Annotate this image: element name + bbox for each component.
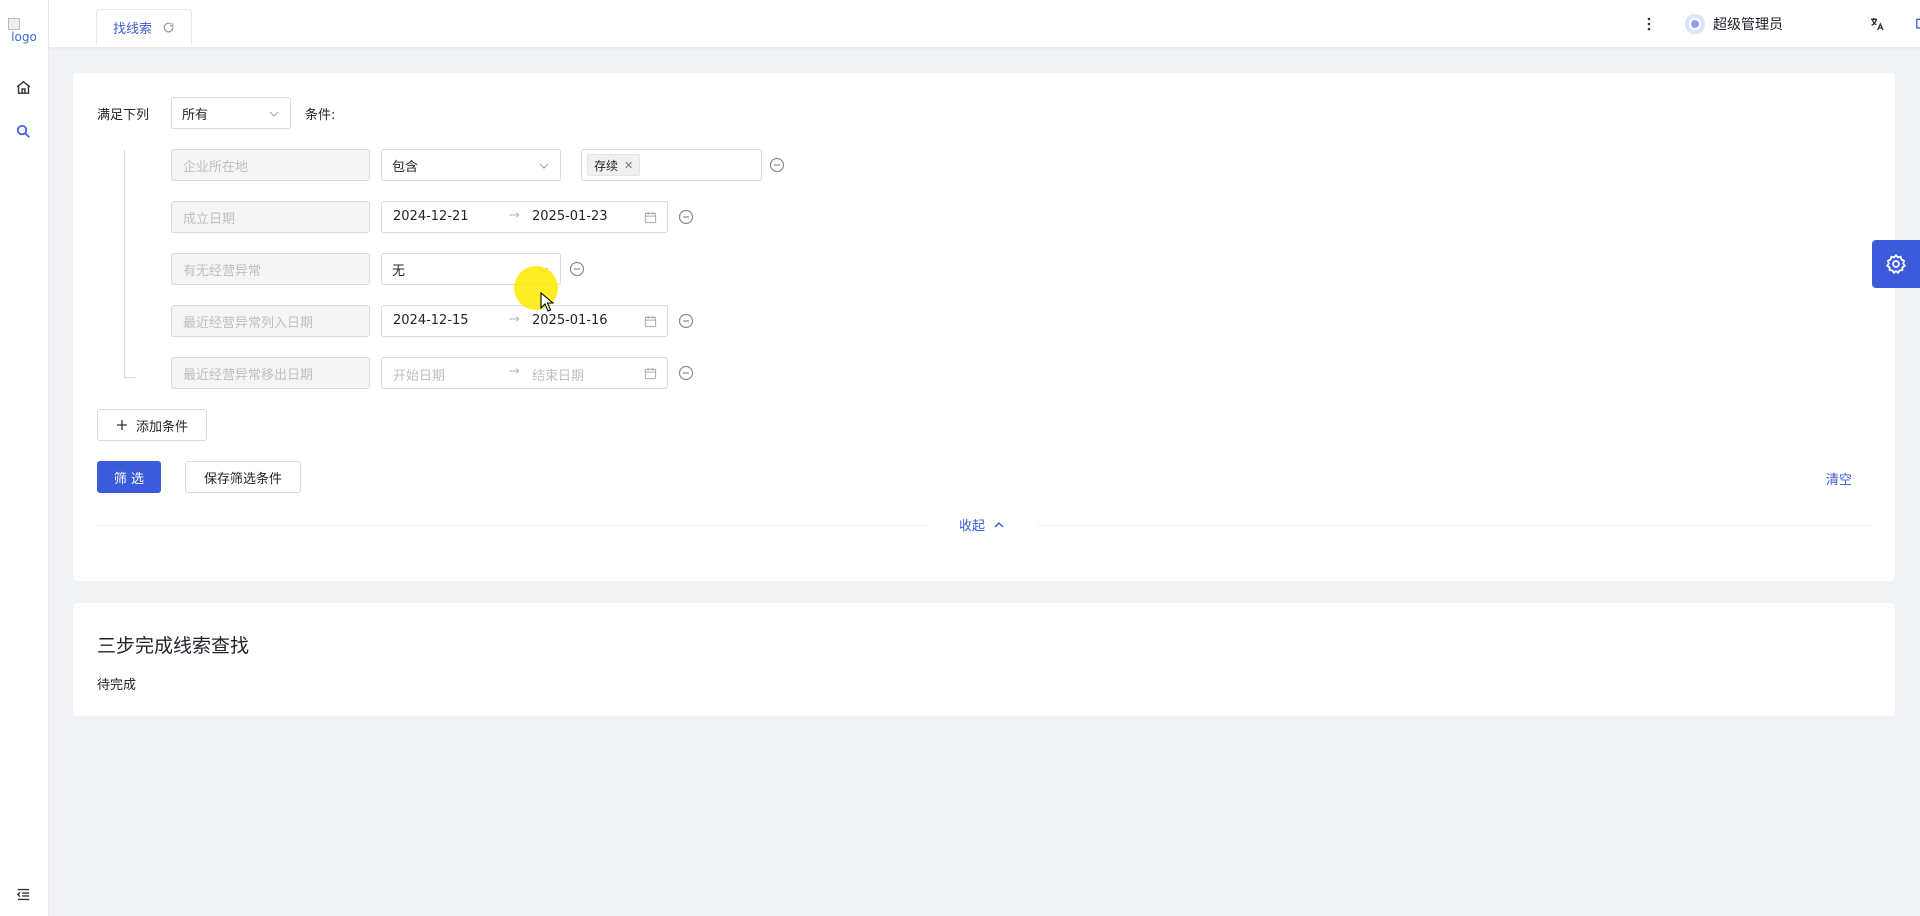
sidebar-collapse-button[interactable] — [11, 882, 35, 906]
avatar — [1685, 14, 1705, 34]
collapse-toggle[interactable]: 收起 — [959, 515, 1005, 534]
range-arrow: → — [509, 312, 520, 327]
search-icon — [16, 124, 30, 138]
sidebar-item-home[interactable] — [11, 75, 35, 99]
add-condition-label: 添加条件 — [135, 419, 188, 435]
condition-tree-line — [124, 150, 136, 378]
remove-condition-icon[interactable] — [678, 313, 694, 329]
operator-value: 无 — [392, 263, 406, 279]
save-filter-button[interactable]: 保存筛选条件 — [185, 461, 301, 493]
sidebar-item-search[interactable] — [11, 119, 35, 143]
remove-condition-icon[interactable] — [678, 365, 694, 381]
condition-field[interactable]: 最近经营异常列入日期 — [171, 305, 370, 337]
divider — [97, 525, 929, 526]
start-date-placeholder[interactable]: 开始日期 — [393, 365, 445, 384]
gear-icon — [1886, 253, 1906, 275]
condition-value-tags[interactable]: 存续 ✕ — [581, 149, 762, 181]
remove-condition-icon[interactable] — [678, 209, 694, 225]
match-mode-select[interactable]: 所有 — [171, 97, 291, 129]
condition-field[interactable]: 企业所在地 — [171, 149, 370, 181]
tab-label: 找线索 — [113, 22, 153, 37]
chevron-down-icon — [539, 163, 549, 169]
end-date-placeholder[interactable]: 结束日期 — [532, 365, 584, 384]
condition-operator-select[interactable]: 包含 — [381, 149, 561, 181]
tag-close-icon[interactable]: ✕ — [624, 159, 633, 172]
chevron-up-icon — [994, 521, 1004, 528]
username: 超级管理员 — [1713, 17, 1783, 33]
translate-icon — [1871, 18, 1884, 31]
condition-field[interactable]: 有无经营异常 — [171, 253, 370, 285]
book-icon — [1916, 18, 1920, 29]
steps-panel: 三步完成线索查找 待完成 — [73, 603, 1895, 716]
date-range-picker[interactable]: 2024-12-15 → 2025-01-16 — [381, 305, 668, 337]
user-menu[interactable]: 超级管理员 — [1685, 0, 1783, 48]
condition-field[interactable]: 成立日期 — [171, 201, 370, 233]
home-icon — [16, 80, 30, 94]
collapse-label: 收起 — [959, 519, 986, 534]
language-button[interactable] — [1869, 0, 1885, 48]
more-vertical-icon — [1647, 17, 1651, 31]
end-date[interactable]: 2025-01-16 — [532, 313, 608, 328]
refresh-icon[interactable] — [162, 21, 175, 34]
add-condition-button[interactable]: 添加条件 — [97, 409, 207, 441]
calendar-icon — [644, 367, 657, 380]
top-header: 找线索 超级管理员 — [49, 0, 1920, 48]
tab-find-leads[interactable]: 找线索 — [96, 9, 193, 45]
steps-status: 待完成 — [97, 678, 137, 693]
operator-value: 包含 — [392, 159, 419, 175]
start-date[interactable]: 2024-12-21 — [393, 209, 469, 224]
calendar-icon — [644, 211, 657, 224]
value-tag: 存续 ✕ — [587, 154, 641, 176]
match-prefix-label: 满足下列 — [97, 108, 150, 123]
plus-icon — [116, 420, 127, 430]
settings-float-button[interactable] — [1872, 240, 1920, 288]
match-mode-value: 所有 — [182, 107, 209, 123]
mouse-cursor-icon — [540, 292, 554, 312]
start-date[interactable]: 2024-12-15 — [393, 313, 469, 328]
range-arrow: → — [509, 208, 520, 223]
logo-alt-text: logo — [11, 30, 37, 44]
divider — [1038, 525, 1871, 526]
remove-condition-icon[interactable] — [769, 157, 785, 173]
sidebar: logo — [0, 0, 49, 916]
steps-title: 三步完成线索查找 — [97, 635, 250, 657]
match-suffix-label: 条件: — [305, 108, 336, 123]
logo[interactable]: logo — [6, 18, 42, 52]
filter-panel: 满足下列 所有 条件: 企业所在地 包含 存续 ✕ 成立日期 2024-12-2… — [73, 73, 1895, 581]
date-range-picker[interactable]: 开始日期 → 结束日期 — [381, 357, 668, 389]
condition-field[interactable]: 最近经营异常移出日期 — [171, 357, 370, 389]
tag-label: 存续 — [594, 158, 619, 173]
clear-link[interactable]: 清空 — [1826, 469, 1852, 488]
more-menu-button[interactable] — [1639, 0, 1659, 48]
filter-button[interactable]: 筛 选 — [97, 461, 161, 493]
broken-image-icon — [8, 18, 20, 30]
chevron-down-icon — [269, 111, 279, 117]
end-date[interactable]: 2025-01-23 — [532, 209, 608, 224]
calendar-icon — [644, 315, 657, 328]
range-arrow: → — [509, 364, 520, 379]
remove-condition-icon[interactable] — [569, 261, 585, 277]
date-range-picker[interactable]: 2024-12-21 → 2025-01-23 — [381, 201, 668, 233]
menu-fold-icon — [16, 888, 29, 900]
docs-button[interactable] — [1915, 0, 1920, 48]
